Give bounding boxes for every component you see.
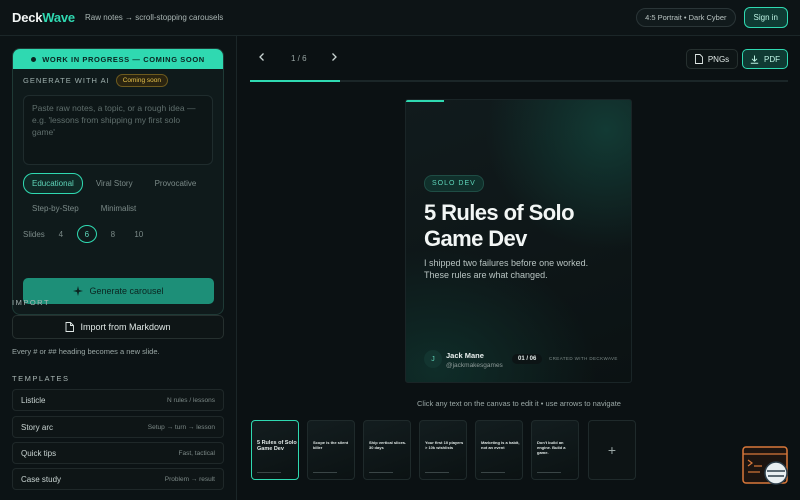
templates-section-title: TEMPLATES <box>12 374 70 383</box>
generate-label: GENERATE WITH AI <box>23 76 110 85</box>
file-icon <box>66 322 75 332</box>
slide-progress-fill <box>250 80 340 82</box>
thumbnail-footer <box>369 472 393 473</box>
template-quick-tips[interactable]: Quick tips Fast, tactical <box>12 442 224 464</box>
slide-count-8[interactable]: 8 <box>103 225 123 243</box>
author-handle[interactable]: @jackmakesgames <box>446 362 503 369</box>
thumbnail-title: Your first 10 players > 10k wishlists <box>425 440 464 450</box>
left-panel: WORK IN PROGRESS — COMING SOON GENERATE … <box>0 36 237 500</box>
export-pngs-button[interactable]: PNGs <box>686 49 738 69</box>
style-chip-provocative[interactable]: Provocative <box>146 173 206 194</box>
import-section-title: IMPORT <box>12 298 51 307</box>
logo-accent: Wave <box>42 10 75 25</box>
ai-prompt-input[interactable]: Paste raw notes, a topic, or a rough ide… <box>23 95 213 165</box>
thumbnail-footer <box>313 472 337 473</box>
pdf-label: PDF <box>764 54 780 64</box>
thumbnail-title: Ship vertical slices. 30 days <box>369 440 407 450</box>
slide-title[interactable]: 5 Rules of Solo Game Dev <box>424 200 624 252</box>
import-markdown-button[interactable]: Import from Markdown <box>12 315 224 339</box>
created-with-credit: CREATED WITH DECKWAVE <box>549 356 618 361</box>
format-preset-button[interactable]: 4:5 Portrait • Dark Cyber <box>636 8 736 27</box>
editor-toolbar: 1 / 6 PNGs PDF <box>238 36 800 80</box>
thumbnail-title: Scope is the silent killer <box>313 440 349 450</box>
thumbnail-footer <box>481 472 505 473</box>
template-name: Story arc <box>21 422 54 432</box>
template-case-study[interactable]: Case study Problem → result <box>12 468 224 490</box>
chevron-left-icon[interactable] <box>258 52 266 62</box>
slide-subtitle[interactable]: I shipped two failures before one worked… <box>424 257 614 281</box>
template-listicle[interactable]: Listicle N rules / lessons <box>12 389 224 411</box>
wip-banner-label: WORK IN PROGRESS — COMING SOON <box>42 54 205 64</box>
style-chip-step-by-step[interactable]: Step-by-Step <box>23 198 88 219</box>
sign-in-button[interactable]: Sign in <box>743 7 788 28</box>
top-bar: DeckWave Raw notes → scroll-stopping car… <box>0 0 800 36</box>
slide-accent-bar <box>406 100 444 102</box>
png-label: PNGs <box>707 54 730 64</box>
tagline: Raw notes → scroll-stopping carousels <box>84 13 224 22</box>
app-logo[interactable]: DeckWave <box>12 10 75 25</box>
thumbnail-title: Don't build an engine. Build a game. <box>537 440 566 455</box>
style-chip-educational[interactable]: Educational <box>23 173 83 194</box>
slide-count-10[interactable]: 10 <box>129 225 149 243</box>
slide-thumbnail[interactable]: Ship vertical slices. 30 days <box>363 420 411 480</box>
slide-thumbnail[interactable]: Scope is the silent killer <box>307 420 355 480</box>
slide-tag[interactable]: SOLO DEV <box>424 175 484 192</box>
template-name: Case study <box>21 474 62 484</box>
template-meta: Fast, tactical <box>178 449 215 457</box>
slide-progress-bar <box>250 80 788 82</box>
ai-generator-card: WORK IN PROGRESS — COMING SOON GENERATE … <box>12 48 224 315</box>
import-hint: Every # or ## heading becomes a new slid… <box>12 347 160 356</box>
style-chip-viral-story[interactable]: Viral Story <box>87 173 142 194</box>
sparkle-icon <box>73 286 84 296</box>
coming-soon-badge: Coming soon <box>115 74 169 87</box>
slide-count-4[interactable]: 4 <box>51 225 71 243</box>
style-chips: Educational Viral Story Provocative Step… <box>13 165 223 219</box>
chevron-right-icon[interactable] <box>330 52 338 62</box>
style-chip-minimalist[interactable]: Minimalist <box>92 198 146 219</box>
download-icon <box>750 55 759 64</box>
logo-main: Deck <box>12 10 43 25</box>
slides-label: Slides <box>23 229 45 239</box>
template-meta: Setup → turn → lesson <box>147 423 215 431</box>
slide-number: 01 / 06 <box>512 354 543 364</box>
thumbnail-title: 5 Rules of Solo Game Dev <box>257 440 297 452</box>
thumbnail-footer <box>537 472 561 473</box>
export-pdf-button[interactable]: PDF <box>742 49 788 69</box>
canvas-hint: Click any text on the canvas to edit it … <box>417 399 621 408</box>
terminal-mascot-icon[interactable] <box>742 446 790 486</box>
wip-banner: WORK IN PROGRESS — COMING SOON <box>13 49 223 69</box>
author-name[interactable]: Jack Mane <box>446 351 484 360</box>
add-slide-button[interactable]: + <box>588 420 636 480</box>
file-icon <box>694 54 703 64</box>
template-meta: N rules / lessons <box>166 396 215 404</box>
import-button-label: Import from Markdown <box>80 322 171 332</box>
plus-icon: + <box>607 442 617 458</box>
thumbnail-footer <box>257 472 281 473</box>
slide-thumbnail[interactable]: Don't build an engine. Build a game. <box>531 420 579 480</box>
slide-canvas[interactable]: SOLO DEV 5 Rules of Solo Game Dev I ship… <box>405 99 632 383</box>
thumbnail-title: Marketing is a habit, not an event <box>481 440 520 450</box>
thumbnail-footer <box>425 472 449 473</box>
template-name: Quick tips <box>21 448 57 458</box>
slide-thumbnail[interactable]: Marketing is a habit, not an event <box>475 420 523 480</box>
slide-count-6[interactable]: 6 <box>76 225 97 243</box>
template-story-arc[interactable]: Story arc Setup → turn → lesson <box>12 416 224 438</box>
slide-thumbnail[interactable]: 5 Rules of Solo Game Dev <box>251 420 299 480</box>
generate-label-text: Generate carousel <box>89 286 164 296</box>
status-dot-icon <box>31 56 37 62</box>
page-counter: 1 / 6 <box>291 54 307 63</box>
generate-carousel-button[interactable]: Generate carousel <box>23 278 214 304</box>
template-meta: Problem → result <box>164 475 215 483</box>
avatar: J <box>424 350 442 368</box>
template-name: Listicle <box>21 395 46 405</box>
slide-thumbnail[interactable]: Your first 10 players > 10k wishlists <box>419 420 467 480</box>
slide-count-selector: Slides 4 6 8 10 <box>13 219 223 243</box>
